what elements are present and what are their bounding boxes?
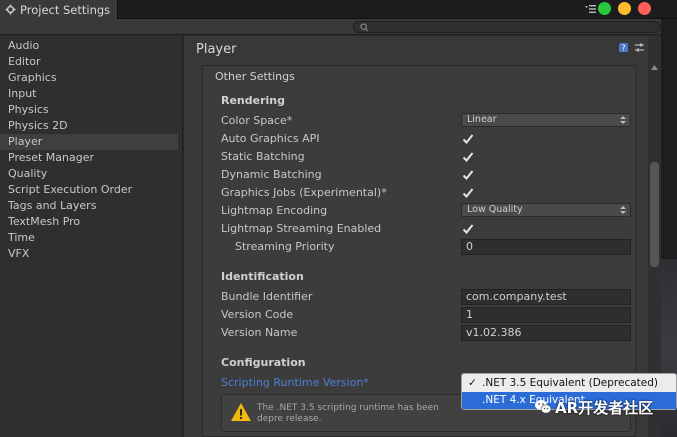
toolbar <box>0 19 677 35</box>
lightmap-encoding-label: Lightmap Encoding <box>221 204 328 217</box>
tab-title: Project Settings <box>20 2 111 17</box>
minimize-button[interactable] <box>618 2 631 15</box>
static-batching-checkbox[interactable] <box>462 151 474 163</box>
tab-project-settings[interactable]: Project Settings <box>0 0 118 19</box>
version-name-label: Version Name <box>221 326 298 339</box>
group-rendering: Rendering <box>221 94 285 107</box>
maximize-button[interactable] <box>598 2 611 15</box>
lightmap-streaming-label: Lightmap Streaming Enabled <box>221 222 382 235</box>
sidebar-item-script-execution-order[interactable]: Script Execution Order <box>0 182 178 198</box>
lightmap-encoding-dropdown[interactable]: Low Quality <box>461 203 631 217</box>
popup-option-label: .NET 3.5 Equivalent (Deprecated) <box>482 377 659 389</box>
sidebar-item-textmesh-pro[interactable]: TextMesh Pro <box>0 214 178 230</box>
sidebar-item-editor[interactable]: Editor <box>0 54 178 70</box>
sidebar-item-physics[interactable]: Physics <box>0 102 178 118</box>
page-title: Player <box>196 42 237 57</box>
warning-text: The .NET 3.5 scripting runtime has been … <box>257 403 439 424</box>
check-mark-icon: ✓ <box>468 377 477 389</box>
watermark: AR开发者社区 <box>534 396 674 418</box>
search-input[interactable] <box>353 21 661 33</box>
wechat-icon <box>535 400 552 414</box>
scripting-runtime-label: Scripting Runtime Version* <box>221 376 369 389</box>
bundle-identifier-field[interactable]: com.company.test <box>461 289 631 305</box>
section-title[interactable]: Other Settings <box>215 70 295 83</box>
popup-option-net35[interactable]: ✓ .NET 3.5 Equivalent (Deprecated) <box>462 375 676 392</box>
version-code-label: Version Code <box>221 308 294 321</box>
sidebar-item-audio[interactable]: Audio <box>0 38 178 54</box>
sidebar-item-quality[interactable]: Quality <box>0 166 178 182</box>
window-menu-icon[interactable] <box>584 3 596 15</box>
scroll-up-arrow-icon[interactable] <box>650 64 659 72</box>
watermark-text: AR开发者社区 <box>555 398 654 417</box>
dynamic-batching-label: Dynamic Batching <box>221 168 322 181</box>
color-space-dropdown[interactable]: Linear <box>461 113 631 127</box>
streaming-priority-label: Streaming Priority <box>235 240 335 253</box>
lightmap-streaming-checkbox[interactable] <box>462 223 474 235</box>
dropdown-arrows-icon <box>620 206 626 214</box>
static-batching-label: Static Batching <box>221 150 305 163</box>
help-book-icon[interactable]: ? <box>618 42 629 53</box>
color-space-value: Linear <box>467 114 497 125</box>
search-icon <box>360 23 369 32</box>
bundle-identifier-label: Bundle Identifier <box>221 290 313 303</box>
version-code-field[interactable]: 1 <box>461 307 631 323</box>
sidebar-item-player[interactable]: Player <box>0 134 178 150</box>
group-configuration: Configuration <box>221 356 306 369</box>
version-name-field[interactable]: v1.02.386 <box>461 325 631 341</box>
gear-icon <box>5 4 16 15</box>
sidebar-item-input[interactable]: Input <box>0 86 178 102</box>
sidebar-item-physics-2d[interactable]: Physics 2D <box>0 118 178 134</box>
sidebar-item-preset-manager[interactable]: Preset Manager <box>0 150 178 166</box>
lightmap-encoding-value: Low Quality <box>467 204 523 215</box>
streaming-priority-field[interactable]: 0 <box>461 239 631 255</box>
graphics-jobs-label: Graphics Jobs (Experimental)* <box>221 186 387 199</box>
auto-graphics-api-checkbox[interactable] <box>462 133 474 145</box>
sidebar-item-time[interactable]: Time <box>0 230 178 246</box>
auto-graphics-api-label: Auto Graphics API <box>221 132 320 145</box>
sidebar: Audio Editor Graphics Input Physics Phys… <box>0 36 183 437</box>
dynamic-batching-checkbox[interactable] <box>462 169 474 181</box>
dropdown-arrows-icon <box>620 116 626 124</box>
sidebar-item-tags-and-layers[interactable]: Tags and Layers <box>0 198 178 214</box>
warning-icon <box>231 403 251 421</box>
group-identification: Identification <box>221 270 304 283</box>
svg-text:?: ? <box>621 44 625 53</box>
close-button[interactable] <box>638 2 651 15</box>
graphics-jobs-checkbox[interactable] <box>462 187 474 199</box>
title-bar: Project Settings <box>0 0 677 19</box>
sidebar-item-graphics[interactable]: Graphics <box>0 70 178 86</box>
scrollbar-thumb[interactable] <box>650 162 659 267</box>
sidebar-item-vfx[interactable]: VFX <box>0 246 178 262</box>
preset-sliders-icon[interactable] <box>634 42 645 53</box>
color-space-label: Color Space* <box>221 114 293 127</box>
